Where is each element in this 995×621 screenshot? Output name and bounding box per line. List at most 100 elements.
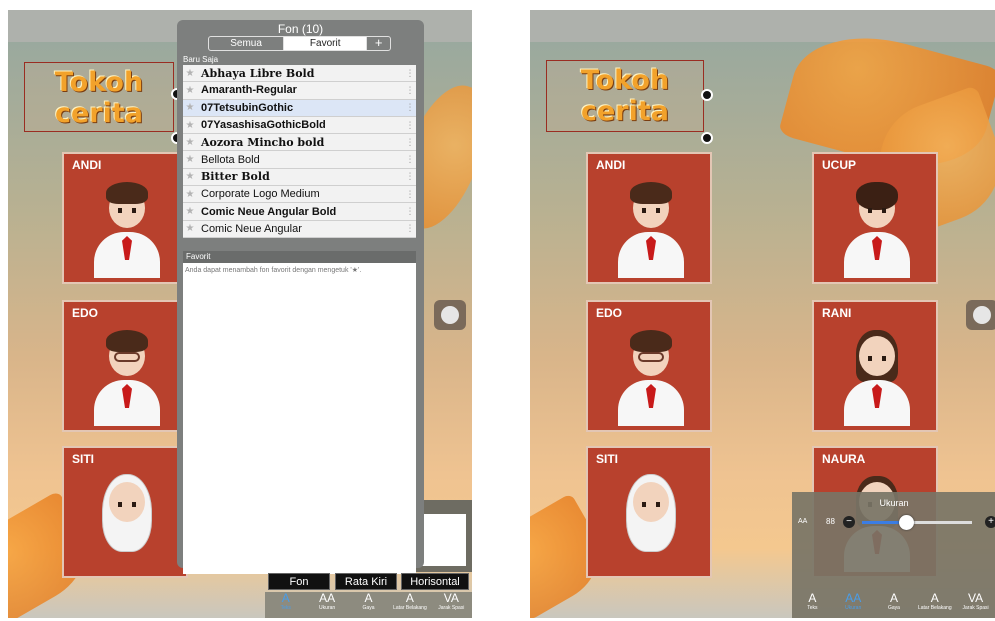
more-icon[interactable]: ⋮ [404,206,416,217]
character-card[interactable]: UCUP [812,152,938,284]
title-text-box[interactable]: Tokoh cerita [24,62,174,132]
popover-title: Fon (10) [277,22,324,36]
student-illustration [92,322,162,428]
student-illustration [842,174,912,280]
more-icon[interactable]: ⋮ [404,120,416,131]
tab-ukuran[interactable]: AA Ukuran [833,592,874,618]
tab-teks[interactable]: A Teks [792,592,833,618]
font-row[interactable]: ★ Amaranth-Regular ⋮ [183,82,416,100]
text-tool-tabbar: A Teks AA Ukuran A Gaya A Latar Belakang VA Jarak… [792,592,995,618]
font-option-button[interactable]: Fon [268,573,330,590]
tab-icon: AA [319,591,336,605]
tab-latar-belakang[interactable]: A Latar Belakang [389,592,430,618]
character-card[interactable]: RANI [812,300,938,432]
increase-size-button[interactable]: + [985,516,995,528]
character-card[interactable]: ANDI [586,152,712,284]
align-left-button[interactable]: Rata Kiri [335,573,397,590]
star-icon[interactable]: ★ [183,189,197,200]
star-icon[interactable]: ★ [183,120,197,131]
star-icon[interactable]: ★ [183,154,197,165]
card-name: EDO [72,306,99,320]
star-icon[interactable]: ★ [183,85,197,96]
student-illustration [92,468,162,574]
font-row[interactable]: ★ Abhaya Libre Bold ⋮ [183,65,416,83]
rotate-handle[interactable] [701,132,713,144]
character-card[interactable]: SITI [586,446,712,578]
font-row[interactable]: ★ Bitter Bold ⋮ [183,168,416,187]
star-icon[interactable]: ★ [183,102,197,113]
font-row[interactable]: ★ Aozora Mincho bold ⋮ [183,134,416,152]
tab-gaya[interactable]: A Gaya [874,592,915,618]
character-card[interactable]: SITI [62,446,188,578]
favorites-list: Anda dapat menambah fon favorit dengan m… [183,263,416,574]
font-name: Bitter Bold [201,170,270,184]
page-toggle-button[interactable] [434,300,466,330]
size-slider-knob[interactable] [899,515,914,530]
title-line-1: Tokoh [54,67,144,98]
more-icon[interactable]: ⋮ [404,154,416,165]
font-row[interactable]: ★ Bellota Bold ⋮ [183,151,416,169]
tab-teks[interactable]: A Teks [265,592,306,618]
star-icon[interactable]: ★ [183,68,197,79]
tab-icon: A [889,591,898,605]
more-icon[interactable]: ⋮ [404,171,416,182]
tab-icon: VA [968,591,984,605]
student-illustration [616,322,686,428]
tab-gaya[interactable]: A Gaya [348,592,389,618]
tab-jarak-spasi[interactable]: VA Jarak Spasi [955,592,995,618]
tab-label: Teks [280,605,291,611]
star-icon[interactable]: ★ [183,137,197,148]
student-illustration [842,322,912,428]
resize-handle[interactable] [701,89,713,101]
student-illustration [92,174,162,280]
card-name: UCUP [822,158,857,172]
tab-latar-belakang[interactable]: A Latar Belakang [914,592,955,618]
segment-all[interactable]: Semua [209,37,285,50]
card-name: ANDI [72,158,102,172]
font-name: Comic Neue Angular Bold [201,205,337,218]
more-icon[interactable]: ⋮ [404,85,416,96]
tab-label: Latar Belakang [917,605,952,611]
left-screenshot: Tokoh cerita ANDI EDO SITI Fon (10) Semu… [8,10,472,618]
more-icon[interactable]: ⋮ [404,223,416,234]
font-row[interactable]: ★ 07YasashisaGothicBold ⋮ [183,116,416,135]
font-list: ★ Abhaya Libre Bold ⋮ ★ Amaranth-Regular ⋮ ★ 07… [183,65,416,238]
font-row[interactable]: ★ Comic Neue Angular ⋮ [183,220,416,238]
card-name: SITI [72,452,95,466]
font-name: Amaranth-Regular [201,84,297,97]
tab-label: Latar Belakang [393,605,427,611]
font-row[interactable]: ★ 07TetsubinGothic ⋮ [183,99,416,117]
star-icon[interactable]: ★ [183,171,197,182]
title-text-box[interactable]: Tokoh cerita [546,60,704,132]
text-tool-tabbar: A Teks AA Ukuran A Gaya A Latar Belakang VA Jarak… [265,592,472,618]
font-row[interactable]: ★ Comic Neue Angular Bold ⋮ [183,203,416,221]
tab-icon: A [281,591,290,605]
font-row[interactable]: ★ Corporate Logo Medium ⋮ [183,186,416,204]
size-panel-title: Ukuran [879,498,909,508]
character-card[interactable]: ANDI [62,152,188,284]
font-size-icon: AA [798,518,808,525]
tab-ukuran[interactable]: AA Ukuran [306,592,347,618]
character-card[interactable]: EDO [586,300,712,432]
more-icon[interactable]: ⋮ [404,102,416,113]
star-icon[interactable]: ★ [183,206,197,217]
decrease-size-button[interactable]: − [843,516,855,528]
tab-label: Jarak Spasi [962,605,989,611]
star-icon[interactable]: ★ [183,223,197,234]
horizontal-button[interactable]: Horisontal [401,573,469,590]
character-card[interactable]: EDO [62,300,188,432]
more-icon[interactable]: ⋮ [404,137,416,148]
font-name: Comic Neue Angular [201,222,302,235]
size-slider-track[interactable] [862,521,972,524]
font-name: Corporate Logo Medium [201,188,320,201]
page-toggle-button[interactable] [966,300,995,330]
font-name: Aozora Mincho bold [201,135,325,149]
recent-section-label: Baru Saja [183,55,219,64]
tab-jarak-spasi[interactable]: VA Jarak Spasi [431,592,472,618]
add-font-button[interactable]: + [366,37,390,50]
more-icon[interactable]: ⋮ [404,68,416,79]
title-line-2: cerita [580,96,669,127]
segment-favorite[interactable]: Favorit [284,37,367,50]
more-icon[interactable]: ⋮ [404,189,416,200]
card-name: NAURA [822,452,866,466]
